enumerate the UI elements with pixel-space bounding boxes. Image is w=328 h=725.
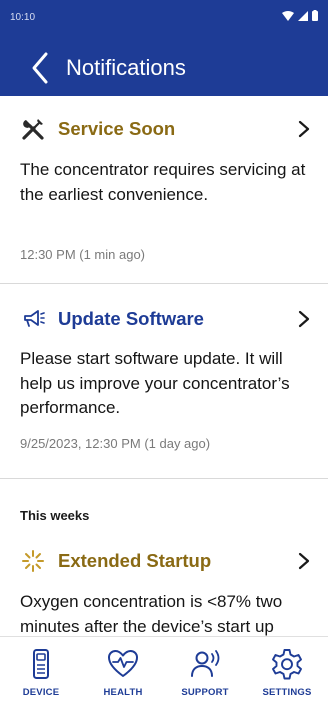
wrench-screwdriver-icon: [20, 116, 46, 142]
device-icon: [33, 649, 49, 679]
notification-card-update-software[interactable]: Update Software Please start software up…: [0, 284, 328, 479]
notification-message: The concentrator requires servicing at t…: [20, 160, 306, 204]
nav-support[interactable]: SUPPORT: [164, 637, 246, 725]
nav-label: DEVICE: [22, 687, 60, 698]
sunburst-icon: [20, 548, 46, 574]
notification-timestamp: 12:30 PM (1 min ago): [20, 247, 146, 262]
app-bar: Notifications: [0, 40, 328, 96]
chevron-left-icon: [32, 52, 48, 84]
support-person-icon: [191, 650, 220, 677]
signal-icon: [297, 11, 308, 21]
section-label-this-week: This weeks: [20, 508, 90, 523]
notification-message: Please start software update. It will he…: [20, 349, 290, 417]
notification-header[interactable]: Service Soon: [20, 114, 312, 144]
notification-title: Update Software: [58, 308, 204, 329]
chevron-right-icon: [298, 310, 310, 328]
notification-timestamp: 9/25/2023, 12:30 PM (1 day ago): [20, 436, 211, 451]
nav-label: SETTINGS: [262, 687, 312, 698]
page-title: Notifications: [66, 55, 186, 80]
notification-header[interactable]: Update Software: [20, 304, 312, 334]
wifi-icon: [281, 11, 294, 21]
status-icons: [281, 10, 318, 24]
nav-settings[interactable]: SETTINGS: [246, 637, 328, 725]
status-bar: 10:10: [0, 0, 328, 40]
battery-icon: [312, 10, 318, 21]
nav-device[interactable]: DEVICE: [0, 637, 82, 725]
back-button[interactable]: [26, 50, 56, 86]
nav-label: SUPPORT: [181, 687, 229, 698]
notification-title: Extended Startup: [58, 550, 212, 571]
notification-list: Service Soon The concentrator requires s…: [0, 96, 328, 636]
chevron-right-icon: [298, 552, 310, 570]
notification-message: Oxygen concentration is <87% two minutes…: [20, 592, 283, 636]
notification-header[interactable]: Extended Startup: [20, 546, 312, 576]
heart-pulse-icon: [108, 650, 138, 677]
bottom-nav: DEVICE HEALTH SUPPORT SETTINGS: [0, 636, 328, 725]
notification-card-extended-startup[interactable]: Extended Startup Oxygen concentration is…: [0, 532, 328, 636]
nav-health[interactable]: HEALTH: [82, 637, 164, 725]
nav-label: HEALTH: [103, 687, 143, 698]
chevron-right-icon: [298, 120, 310, 138]
megaphone-icon: [20, 306, 46, 332]
gear-icon: [272, 649, 302, 680]
status-time: 10:10: [10, 12, 36, 23]
notification-card-service-soon[interactable]: Service Soon The concentrator requires s…: [0, 96, 328, 284]
notification-title: Service Soon: [58, 118, 176, 139]
